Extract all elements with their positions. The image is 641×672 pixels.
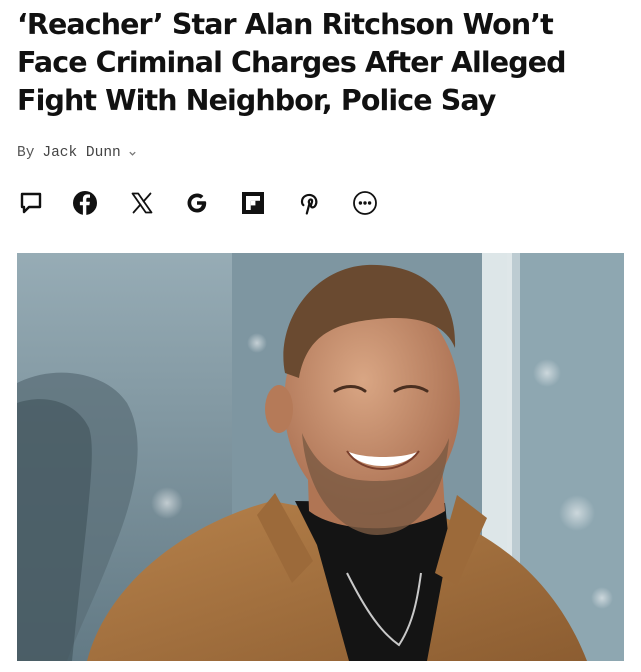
pinterest-share-button[interactable] (294, 188, 324, 218)
author-link[interactable]: Jack Dunn (42, 145, 120, 161)
byline-prefix: By (17, 145, 35, 161)
pinterest-icon (298, 191, 320, 215)
x-share-button[interactable] (127, 188, 157, 218)
hero-photo-illustration (17, 253, 624, 661)
comment-icon (18, 190, 44, 216)
share-bar (16, 188, 396, 218)
google-icon (186, 192, 208, 214)
comment-button[interactable] (16, 188, 46, 218)
article-headline: ‘Reacher’ Star Alan Ritchson Won’t Face … (17, 8, 567, 117)
chevron-down-icon[interactable] (128, 148, 138, 158)
google-share-button[interactable] (182, 188, 212, 218)
more-share-button[interactable] (350, 188, 380, 218)
byline: By Jack Dunn (17, 145, 138, 161)
x-icon (130, 191, 154, 215)
flipboard-icon (241, 191, 265, 215)
hero-image (17, 253, 624, 661)
more-icon (352, 190, 378, 216)
flipboard-share-button[interactable] (238, 188, 268, 218)
facebook-icon (72, 190, 98, 216)
facebook-share-button[interactable] (70, 188, 100, 218)
